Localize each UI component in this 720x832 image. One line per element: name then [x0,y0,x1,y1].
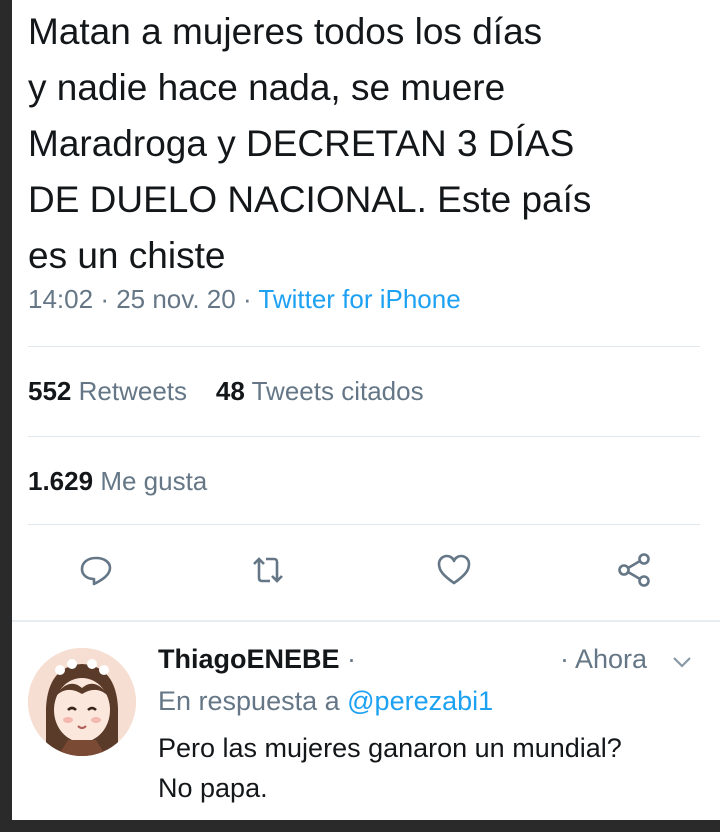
meta-separator: · [100,284,117,314]
section-separator [12,620,720,622]
retweet-icon [253,557,283,583]
tweet-line: Maradroga y DECRETAN 3 DÍAS [28,123,575,164]
share-button[interactable] [612,548,656,592]
reply-button[interactable] [74,548,118,592]
tweet-line: Matan a mujeres todos los días [28,11,543,52]
tweet-meta: 14:02 · 25 nov. 20 · Twitter for iPhone [28,284,461,315]
chevron-down-icon[interactable] [670,650,694,674]
reply-text: Pero las mujeres ganaron un mundial? No … [158,728,698,808]
likes-stat[interactable]: 1.629 Me gusta [28,466,207,497]
bottom-frame-edge [0,820,720,832]
time-separator: · [560,644,576,674]
share-icon [618,553,650,587]
likes-count: 1.629 [28,466,94,496]
avatar-image [28,648,136,756]
divider [28,524,700,525]
tweet-time: 14:02 [28,284,94,314]
reply-line: Pero las mujeres ganaron un mundial? [158,733,622,763]
retweets-count: 552 [28,376,72,406]
quotes-stat[interactable]: 48 Tweets citados [216,376,424,406]
reply-author[interactable]: ThiagoENEBE · [158,644,356,675]
left-frame-edge [0,0,12,832]
like-button[interactable] [432,548,476,592]
tweet-actions [0,548,720,598]
tweet-line: DE DUELO NACIONAL. Este país [28,179,592,220]
quotes-count: 48 [215,376,245,406]
tweet-line: es un chiste [28,235,226,276]
tweet-date: 25 nov. 20 [116,284,236,314]
reply-context: En respuesta a @perezabi1 [158,686,493,717]
retweets-label: Retweets [78,376,188,406]
reply-time: Ahora [575,644,648,674]
meta-separator: · [242,284,259,314]
reply-line: No papa. [158,773,268,803]
quotes-label: Tweets citados [251,376,424,406]
likes-label: Me gusta [100,466,208,496]
reply-author-name: ThiagoENEBE [158,644,340,674]
divider [28,436,700,437]
retweet-stats: 552 Retweets 48 Tweets citados [28,376,424,407]
reply-prefix: En respuesta a [158,686,340,716]
divider [28,346,700,347]
reply-timestamp: · Ahora [560,644,647,675]
tweet-text: Matan a mujeres todos los días y nadie h… [28,4,698,284]
retweets-stat[interactable]: 552 Retweets [28,376,187,406]
tweet-line: y nadie hace nada, se muere [28,67,506,108]
tweet-source-link[interactable]: Twitter for iPhone [258,284,460,314]
avatar[interactable] [28,648,136,756]
name-separator: · [339,644,357,674]
reply-handle-link[interactable]: @perezabi1 [347,686,493,716]
like-icon [437,554,471,585]
retweet-button[interactable] [246,548,290,592]
reply-icon [80,556,112,586]
